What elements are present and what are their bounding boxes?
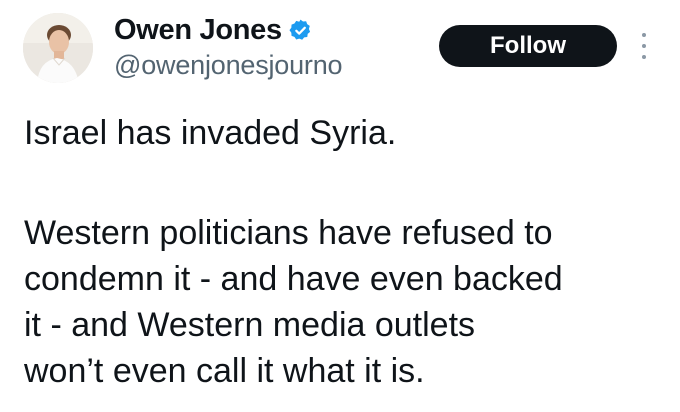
tweet-text-line: it - and Western media outlets xyxy=(24,306,476,344)
more-dot xyxy=(642,44,646,48)
tweet-text-paragraph-2: Western politicians have refused to cond… xyxy=(24,210,674,394)
more-dot xyxy=(642,33,646,37)
more-dot xyxy=(642,55,646,59)
tweet-text-line: Western politicians have refused to xyxy=(24,214,553,252)
more-options-icon[interactable] xyxy=(636,30,652,62)
follow-button[interactable]: Follow xyxy=(439,25,617,67)
tweet-text-line: won’t even call it what it is. xyxy=(24,352,425,390)
tweet-card: Owen Jones @owenjonesjourno Follow Israe… xyxy=(0,0,680,412)
tweet-text-line: condemn it - and have even backed xyxy=(24,260,563,298)
avatar[interactable] xyxy=(23,13,93,83)
display-name[interactable]: Owen Jones xyxy=(114,14,282,47)
tweet-text-paragraph-1: Israel has invaded Syria. xyxy=(24,114,397,152)
tweet-header: Owen Jones @owenjonesjourno Follow xyxy=(0,0,680,100)
verified-badge-icon xyxy=(288,18,313,43)
user-handle[interactable]: @owenjonesjourno xyxy=(114,50,343,81)
display-name-row: Owen Jones xyxy=(114,10,313,50)
avatar-image xyxy=(23,13,93,83)
